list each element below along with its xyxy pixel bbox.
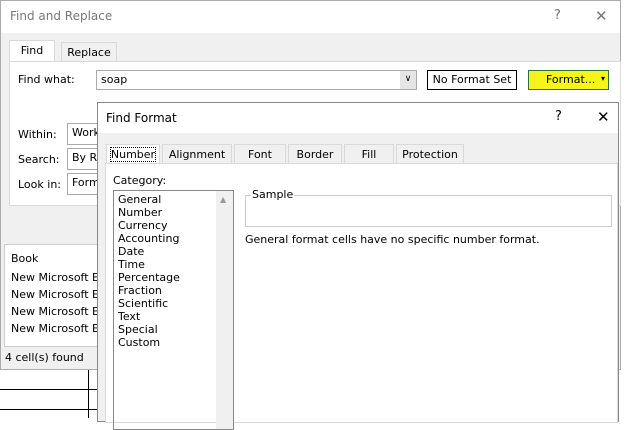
- category-list[interactable]: General Number Currency Accounting Date …: [113, 190, 234, 430]
- find-what-label: Find what:: [18, 73, 75, 86]
- category-item[interactable]: Time: [118, 258, 229, 271]
- dialog-title: Find Format: [106, 111, 177, 125]
- results-list[interactable]: Book New Microsoft Ex New Microsoft Ex N…: [4, 244, 106, 347]
- tab-protection[interactable]: Protection: [396, 144, 464, 164]
- help-button[interactable]: ?: [554, 8, 561, 23]
- tab-border[interactable]: Border: [288, 144, 342, 164]
- result-row[interactable]: New Microsoft Ex: [5, 322, 106, 339]
- category-item[interactable]: Currency: [118, 219, 229, 232]
- format-description: General format cells have no specific nu…: [245, 233, 540, 246]
- category-item[interactable]: Text: [118, 310, 229, 323]
- tab-find[interactable]: Find: [9, 40, 55, 62]
- format-button[interactable]: Format... ▾: [528, 70, 609, 90]
- look-in-label: Look in:: [18, 178, 61, 191]
- category-item[interactable]: Date: [118, 245, 229, 258]
- category-item[interactable]: Fraction: [118, 284, 229, 297]
- dialog-title: Find and Replace: [10, 9, 113, 23]
- tab-number[interactable]: Number: [106, 144, 160, 165]
- number-panel: Category: General Number Currency Accoun…: [105, 163, 618, 430]
- title-bar: Find Format ? ✕: [98, 103, 618, 133]
- close-button[interactable]: ✕: [597, 108, 610, 126]
- tab-font[interactable]: Font: [234, 144, 286, 164]
- results-header: Book: [11, 252, 39, 265]
- result-row[interactable]: New Microsoft Ex: [5, 288, 106, 305]
- status-text: 4 cell(s) found: [5, 351, 84, 364]
- find-format-dialog: Find Format ? ✕ Number Alignment Font Bo…: [97, 102, 619, 430]
- within-label: Within:: [18, 128, 57, 141]
- scroll-up-icon[interactable]: ▲: [220, 193, 226, 206]
- category-item[interactable]: Scientific: [118, 297, 229, 310]
- sample-group: Sample: [245, 188, 612, 227]
- title-bar: Find and Replace ? ✕: [1, 1, 620, 33]
- category-item[interactable]: General: [118, 193, 229, 206]
- category-item[interactable]: Custom: [118, 336, 229, 349]
- scrollbar[interactable]: ▲: [216, 191, 233, 429]
- category-item[interactable]: Special: [118, 323, 229, 336]
- search-label: Search:: [18, 153, 60, 166]
- category-item[interactable]: Percentage: [118, 271, 229, 284]
- sheet-grid: [0, 370, 97, 418]
- category-item[interactable]: Number: [118, 206, 229, 219]
- dropdown-arrow-icon[interactable]: ▾: [601, 74, 605, 83]
- tab-alignment[interactable]: Alignment: [162, 144, 232, 164]
- format-preview: No Format Set: [427, 70, 517, 90]
- tab-fill[interactable]: Fill: [344, 144, 394, 164]
- result-row[interactable]: New Microsoft Ex: [5, 305, 106, 322]
- chevron-down-icon[interactable]: ∨: [400, 71, 416, 89]
- category-label: Category:: [113, 174, 167, 187]
- category-item[interactable]: Accounting: [118, 232, 229, 245]
- find-what-input[interactable]: soap: [96, 70, 417, 90]
- help-button[interactable]: ?: [555, 109, 562, 124]
- sample-label: Sample: [251, 188, 295, 201]
- tab-replace[interactable]: Replace: [61, 42, 117, 62]
- close-button[interactable]: ✕: [595, 7, 608, 25]
- result-row[interactable]: New Microsoft Ex: [5, 271, 106, 288]
